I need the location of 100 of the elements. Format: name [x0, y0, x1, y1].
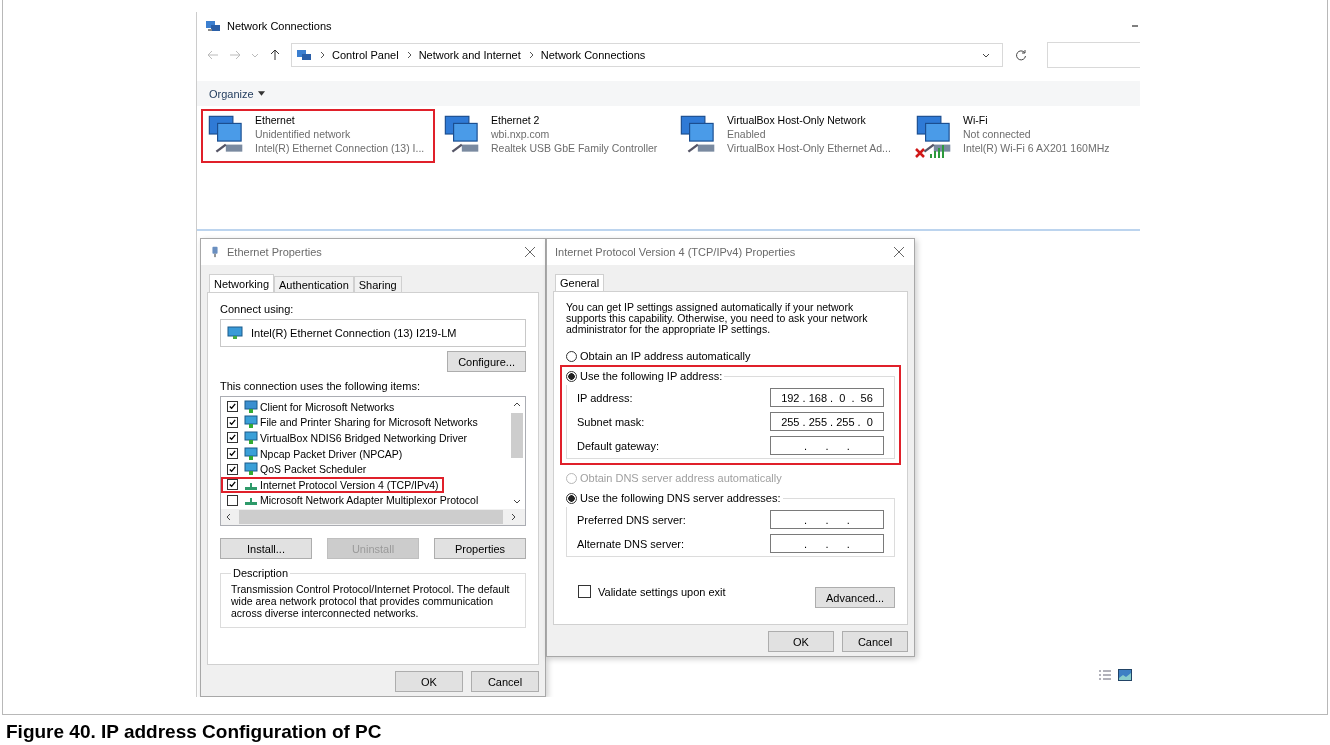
checkbox[interactable]: [578, 585, 591, 598]
field-label: Default gateway:: [577, 439, 659, 452]
ok-button[interactable]: OK: [768, 631, 834, 652]
list-item[interactable]: Npcap Packet Driver (NPCAP): [221, 445, 509, 462]
chevron-left-icon[interactable]: [225, 513, 233, 521]
checkbox[interactable]: [227, 416, 238, 428]
cross-icon: [915, 148, 925, 158]
monitor-icon: [227, 325, 243, 341]
item-label: Internet Protocol Version 4 (TCP/IPv4): [260, 478, 439, 491]
list-item[interactable]: Microsoft Network Adapter Multiplexor Protocol: [221, 492, 509, 509]
list-item[interactable]: VirtualBox NDIS6 Bridged Networking Driver: [221, 430, 509, 446]
connection-item[interactable]: Ethernet 2 wbi.nxp.com Realtek USB GbE Family Controller: [437, 109, 671, 163]
chevron-right-icon[interactable]: [509, 513, 517, 521]
caret-icon: [257, 91, 265, 96]
list-item[interactable]: QoS Packet Scheduler: [221, 461, 509, 477]
radio-button[interactable]: [566, 370, 577, 382]
connection-name: Ethernet: [255, 114, 296, 126]
item-label: Client for Microsoft Networks: [260, 400, 395, 413]
cancel-button[interactable]: Cancel: [471, 671, 539, 692]
chevron-down-icon[interactable]: [982, 51, 990, 59]
figure-caption: Figure 40. IP address Configuration of PC: [5, 720, 383, 743]
cancel-button[interactable]: Cancel: [842, 631, 908, 652]
ip-address-field[interactable]: 192 . 168 . 0 . 56: [770, 388, 884, 407]
signal-bars-icon: [929, 144, 947, 158]
checkbox[interactable]: [227, 494, 238, 506]
ip-address-field[interactable]: 255 . 255 . 255 . 0: [770, 412, 884, 431]
list-item[interactable]: Internet Protocol Version 4 (TCP/IPv4): [221, 476, 444, 493]
connection-device: Realtek USB GbE Family Controller: [491, 142, 658, 154]
item-label: Npcap Packet Driver (NPCAP): [260, 447, 403, 460]
connection-item[interactable]: Ethernet Unidentified network Intel(R) Ethernet Connection (13) I...: [201, 109, 435, 163]
connection-status: wbi.nxp.com: [491, 128, 551, 140]
group-label: Description: [232, 567, 290, 579]
ip-address-field[interactable]: . . .: [770, 510, 884, 529]
chevron-down-icon[interactable]: [513, 497, 521, 505]
list-item[interactable]: File and Printer Sharing for Microsoft Networks: [221, 414, 509, 431]
action-button[interactable]: Properties: [434, 538, 526, 559]
connection-item[interactable]: Wi-Fi Not connected Intel(R) Wi-Fi 6 AX201 160MHz: [909, 109, 1140, 163]
ip-address-field[interactable]: . . .: [770, 534, 884, 553]
checkbox[interactable]: [227, 432, 238, 444]
breadcrumb-item[interactable]: Network Connections: [540, 49, 646, 61]
radio-label: Obtain an IP address automatically: [580, 350, 751, 362]
checkbox[interactable]: [227, 463, 238, 475]
chevron-right-icon: [318, 51, 326, 59]
connect-using-label: Connect using:: [220, 303, 295, 315]
checkbox[interactable]: [227, 401, 238, 413]
dialog-title: Internet Protocol Version 4 (TCP/IPv4) Properties: [555, 246, 796, 258]
action-button[interactable]: Install...: [220, 538, 312, 559]
item-label: File and Printer Sharing for Microsoft Networks: [260, 416, 478, 429]
connection-device: Intel(R) Ethernet Connection (13) I...: [255, 142, 425, 154]
ip-address-field[interactable]: . . .: [770, 436, 884, 455]
connection-device: Intel(R) Wi-Fi 6 AX201 160MHz: [963, 142, 1110, 154]
search-field[interactable]: [1047, 42, 1140, 68]
chevron-up-icon[interactable]: [513, 401, 521, 409]
connection-name: Wi-Fi: [963, 114, 989, 126]
connection-status: Not connected: [963, 128, 1032, 140]
dialog-title: Ethernet Properties: [227, 246, 322, 258]
tab[interactable]: General: [555, 274, 605, 292]
item-label: QoS Packet Scheduler: [260, 463, 367, 476]
radio-label: Use the following DNS server addresses:: [580, 492, 781, 504]
list-item[interactable]: Client for Microsoft Networks: [221, 399, 509, 415]
connection-status: Enabled: [727, 128, 767, 140]
radio-label: Use the following IP address:: [580, 370, 723, 382]
breadcrumb-item[interactable]: Control Panel: [332, 49, 399, 61]
refresh-icon[interactable]: [1015, 49, 1027, 61]
description-text: Transmission Control Protocol/Internet Protocol. The default wide area network protocol that provides communication across diverse interconnected networks.: [231, 583, 511, 619]
network-folder-icon: [296, 47, 312, 63]
address-bar[interactable]: Control Panel Network and Internet Network Connections: [291, 43, 1003, 67]
field-label: IP address:: [577, 391, 633, 404]
connection-name: VirtualBox Host-Only Network: [727, 114, 867, 126]
network-cable-icon: [209, 246, 221, 258]
field-label: Preferred DNS server:: [577, 513, 686, 526]
window-title: Network Connections: [227, 20, 332, 32]
horizontal-scrollbar[interactable]: [221, 509, 525, 525]
configure-button[interactable]: Configure...: [447, 351, 526, 372]
connection-name: Ethernet 2: [491, 114, 541, 126]
connection-device: VirtualBox Host-Only Ethernet Ad...: [727, 142, 891, 154]
field-label: Subnet mask:: [577, 415, 645, 428]
item-label: Microsoft Network Adapter Multiplexor Protocol: [260, 494, 479, 507]
tiles-view-icon[interactable]: [1118, 669, 1132, 681]
field-label: Alternate DNS server:: [577, 537, 684, 550]
up-arrow-icon[interactable]: [269, 49, 281, 61]
radio-label: Obtain DNS server address automatically: [580, 472, 782, 484]
close-icon[interactable]: [525, 247, 535, 257]
connection-status: Unidentified network: [255, 128, 352, 140]
ok-button[interactable]: OK: [395, 671, 463, 692]
checkbox-label: Validate settings upon exit: [598, 585, 726, 598]
network-folder-icon: [205, 18, 221, 34]
organize-button[interactable]: Organize: [205, 85, 269, 102]
connection-item[interactable]: VirtualBox Host-Only Network Enabled VirtualBox Host-Only Ethernet Ad...: [673, 109, 907, 163]
radio-button[interactable]: [566, 492, 577, 504]
items-label: This connection uses the following items:: [220, 380, 421, 392]
checkbox[interactable]: [227, 479, 238, 491]
item-label: VirtualBox NDIS6 Bridged Networking Driver: [260, 432, 467, 444]
breadcrumb-item[interactable]: Network and Internet: [418, 49, 521, 61]
radio-button[interactable]: [566, 350, 577, 362]
checkbox[interactable]: [227, 448, 238, 460]
advanced-button[interactable]: Advanced...: [815, 587, 895, 608]
close-icon[interactable]: [894, 247, 904, 257]
adapter-name: Intel(R) Ethernet Connection (13) I219-LM: [251, 327, 457, 339]
intro-text: You can get IP settings assigned automatically if your network supports this capability. Otherwise, you need to ask your network administrator for the appropriate IP settings.: [566, 302, 869, 335]
